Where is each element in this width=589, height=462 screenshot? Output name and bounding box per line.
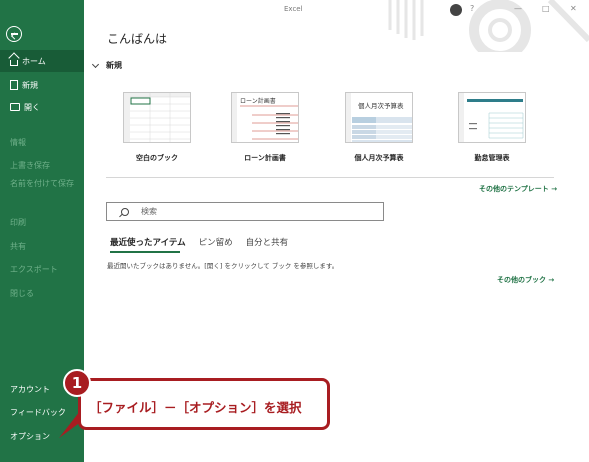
chevron-down-icon (91, 60, 100, 68)
template-name: 空白のブック (136, 154, 178, 162)
new-file-icon (10, 80, 18, 90)
sidebar-item-label: 開く (24, 102, 40, 112)
template-name: 勤怠管理表 (474, 154, 510, 162)
template-monthly-budget[interactable]: 個人月次予算表 個人月次予算表 (345, 92, 413, 163)
sidebar-item-open[interactable]: 開く (0, 96, 84, 118)
app-title: Excel (284, 5, 303, 13)
template-thumbnail (458, 92, 526, 143)
sidebar-item-print[interactable]: 印刷 (0, 211, 84, 233)
annotation-callout: ［ファイル］－［オプション］を選択 (78, 378, 330, 430)
sidebar-item-label: 名前を付けて保存 (10, 179, 74, 188)
sidebar-item-label: 情報 (10, 137, 26, 147)
tab-pinned[interactable]: ピン留め (199, 236, 233, 248)
template-thumbnail (123, 92, 191, 143)
help-icon[interactable]: ? (470, 4, 474, 13)
template-name: ローン計画書 (244, 154, 286, 162)
folder-icon (10, 103, 20, 111)
template-thumbnail: ローン計画書 (231, 92, 299, 143)
new-section-label: 新規 (106, 61, 122, 70)
sidebar-item-label: オプション (10, 431, 50, 441)
recent-tabs: 最近使ったアイテム ピン留め 自分と共有 (110, 236, 301, 248)
recent-empty-message: 最近開いたブックはありません。[開く] をクリックして ブック を参照します。 (107, 262, 339, 270)
template-loan-plan[interactable]: ローン計画書 ローン計画書 (231, 92, 299, 163)
sidebar-item-home[interactable]: ホーム (0, 50, 84, 72)
sidebar-item-save-as[interactable]: 名前を付けて保存 (0, 178, 84, 208)
sidebar-item-close[interactable]: 閉じる (0, 282, 84, 304)
tab-shared[interactable]: 自分と共有 (246, 236, 289, 248)
divider (106, 177, 554, 178)
template-attendance[interactable]: 勤怠管理表 (458, 92, 526, 163)
more-templates-link[interactable]: その他のテンプレート → (479, 184, 557, 194)
search-icon (121, 207, 129, 216)
minimize-icon[interactable]: — (514, 4, 522, 13)
sidebar-item-export[interactable]: エクスポート (0, 258, 84, 280)
restore-icon[interactable]: □ (542, 4, 550, 13)
annotation-text: ［ファイル］－［オプション］を選択 (89, 400, 302, 415)
sidebar-item-label: 閉じる (10, 288, 34, 298)
back-arrow-icon[interactable] (6, 26, 22, 42)
template-thumbnail: 個人月次予算表 (345, 92, 413, 143)
sidebar-item-new[interactable]: 新規 (0, 74, 84, 96)
search-input[interactable]: 検索 (106, 202, 384, 221)
sidebar-item-info[interactable]: 情報 (0, 131, 84, 153)
template-blank-workbook[interactable]: 空白のブック (123, 92, 191, 163)
active-tab-indicator (110, 251, 180, 253)
tab-recent[interactable]: 最近使ったアイテム (110, 236, 186, 248)
sidebar-item-label: エクスポート (10, 264, 58, 274)
sidebar-item-label: 共有 (10, 241, 26, 251)
sidebar-item-label: アカウント (10, 384, 50, 394)
sidebar-item-label: ホーム (22, 56, 46, 66)
sidebar-item-share[interactable]: 共有 (0, 235, 84, 257)
template-name: 個人月次予算表 (354, 154, 404, 162)
new-section-header[interactable]: 新規 (91, 60, 122, 71)
step-number-badge: 1 (63, 369, 91, 397)
sidebar-item-save[interactable]: 上書き保存 (0, 154, 84, 176)
sidebar-item-label: 新規 (22, 80, 38, 90)
home-icon (10, 60, 18, 66)
more-books-link[interactable]: その他のブック → (497, 275, 554, 285)
sidebar-item-label: 印刷 (10, 217, 26, 227)
close-icon[interactable]: ✕ (570, 4, 577, 13)
search-placeholder: 検索 (141, 207, 157, 216)
sidebar-item-label: 上書き保存 (10, 160, 50, 170)
greeting-heading: こんばんは (107, 32, 168, 46)
